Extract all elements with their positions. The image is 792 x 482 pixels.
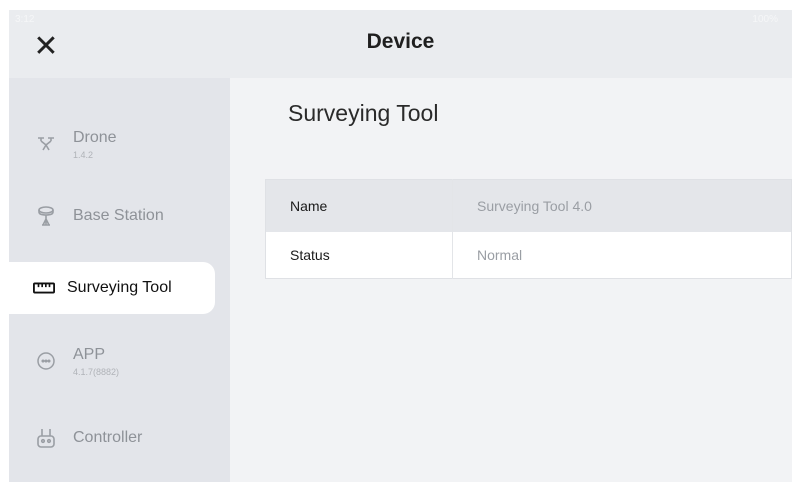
- app-icon: [35, 350, 57, 372]
- sidebar-item-controller[interactable]: Controller: [9, 412, 215, 464]
- row-value: Normal: [452, 232, 792, 279]
- sidebar: Drone 1.4.2 Base Station Surveying Tool …: [9, 78, 230, 482]
- row-key: Status: [265, 232, 453, 279]
- sidebar-item-label: Base Station: [73, 207, 164, 224]
- main-content: Surveying Tool Name Surveying Tool 4.0 S…: [230, 78, 792, 482]
- sidebar-item-base-station[interactable]: Base Station: [9, 190, 215, 242]
- top-bar: 3:12 100% ✕ Device: [9, 10, 792, 78]
- sidebar-item-surveying-tool[interactable]: Surveying Tool: [9, 262, 215, 314]
- status-bar-time: 3:12: [15, 14, 35, 25]
- row-key: Name: [265, 179, 453, 232]
- status-bar-battery: 100%: [752, 14, 778, 25]
- sidebar-item-app[interactable]: APP 4.1.7(8882): [9, 335, 215, 387]
- row-value: Surveying Tool 4.0: [452, 179, 792, 232]
- sidebar-item-label: Controller: [73, 429, 143, 446]
- section-title: Surveying Tool: [288, 100, 439, 126]
- sidebar-item-label: Drone: [73, 128, 117, 146]
- controller-icon: [35, 427, 57, 449]
- page-title: Device: [366, 30, 435, 53]
- sidebar-item-label: Surveying Tool: [67, 279, 172, 296]
- sidebar-item-version: 4.1.7(8882): [73, 366, 120, 377]
- drone-icon: [35, 133, 57, 155]
- table-row: Name Surveying Tool 4.0: [265, 179, 792, 232]
- sidebar-item-label: APP: [73, 345, 106, 363]
- device-info-table: Name Surveying Tool 4.0 Status Normal: [265, 179, 792, 279]
- base-station-icon: [35, 205, 57, 227]
- device-screen: 3:12 100% ✕ Device Drone 1.4.2 Base Stat…: [9, 10, 792, 482]
- sidebar-item-version: 1.4.2: [73, 149, 94, 160]
- sidebar-item-drone[interactable]: Drone 1.4.2: [9, 118, 215, 170]
- table-row: Status Normal: [265, 232, 792, 279]
- ruler-icon: [33, 277, 55, 299]
